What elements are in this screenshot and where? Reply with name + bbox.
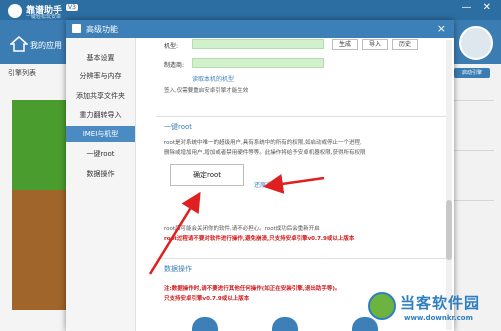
- root-warning: root过程请不要对软件进行操作,避免崩溃,只支持安卓引擎v0.7.9或以上版本: [164, 236, 355, 242]
- model-input[interactable]: [192, 39, 324, 49]
- dialog-icon: [72, 24, 81, 33]
- site-logo-icon: [368, 292, 396, 320]
- engine-tile-wood[interactable]: [12, 190, 68, 310]
- data-warning-line2: 只支持安卓引擎v0.7.9或以上版本: [164, 296, 250, 302]
- restore-icon[interactable]: [272, 317, 298, 331]
- close-icon[interactable]: ×: [437, 22, 446, 35]
- data-warning-line1: 注:数据操作时,请不要进行其他任何操作(如正在安装引擎,退出助手等)。: [164, 286, 341, 292]
- backup-icon[interactable]: [192, 317, 218, 331]
- divider: [156, 116, 446, 117]
- engine-tile-green[interactable]: [12, 100, 68, 190]
- generate-button[interactable]: 生成: [332, 39, 358, 50]
- nav-item-root[interactable]: 一键root: [66, 146, 135, 162]
- history-button[interactable]: 历史: [392, 39, 418, 50]
- divider: [452, 100, 494, 101]
- nav-item-imei[interactable]: IMEI与机型: [66, 126, 135, 142]
- dialog-title: 高级功能: [86, 25, 118, 34]
- root-section-heading: 一键root: [164, 123, 193, 131]
- watermark-title: 当客软件园: [400, 294, 481, 312]
- app-logo-icon: [8, 4, 22, 18]
- avatar[interactable]: [459, 26, 493, 60]
- nav-item-resolution[interactable]: 分辨率与内存: [66, 68, 135, 84]
- data-section-heading: 数据操作: [164, 265, 192, 273]
- manufacturer-input[interactable]: [192, 58, 324, 68]
- app-version-badge: V3: [66, 4, 78, 11]
- restart-note: 签入,仅需要重启安卓引擎才能生效: [164, 88, 249, 94]
- root-desc-line2: 删除或增加用户,增加或者禁用硬件等等。此操作将给予安卓机器权限,获得所有权限: [164, 150, 366, 156]
- nav-item-basic[interactable]: 基本设置: [66, 50, 135, 66]
- model-label: 机型:: [164, 43, 179, 50]
- confirm-root-button[interactable]: 确定root: [170, 164, 244, 186]
- nav-item-gravity[interactable]: 重力翻转导入: [66, 107, 135, 123]
- read-model-link[interactable]: 读取本机的机型: [192, 74, 234, 83]
- settings-content: 机型: 生成 导入 历史 制造商: 读取本机的机型 签入,仅需要重启安卓引擎才能…: [136, 38, 454, 331]
- app-slogan: 一键轻松玩安卓: [26, 14, 62, 20]
- divider: [156, 258, 446, 259]
- start-engine-button[interactable]: 启动引擎: [454, 68, 490, 78]
- engine-list-label: 引擎列表: [8, 69, 36, 77]
- import-button[interactable]: 导入: [362, 39, 388, 50]
- manufacturer-label: 制造商:: [164, 62, 185, 69]
- divider: [452, 200, 494, 201]
- nav-item-shared-folder[interactable]: 添加共享文件夹: [66, 88, 135, 104]
- clear-icon[interactable]: [352, 317, 378, 331]
- watermark-url: www.downkr.com: [404, 314, 473, 322]
- root-note-line1: root后可能会关闭你的软件,请不必担心。root成功后会重新开启: [164, 226, 320, 232]
- restore-file-link[interactable]: 还原文件: [254, 180, 278, 189]
- settings-nav: 基本设置 分辨率与内存 添加共享文件夹 重力翻转导入 IMEI与机型 一键roo…: [66, 38, 136, 331]
- advanced-settings-dialog: 高级功能 × 基本设置 分辨率与内存 添加共享文件夹 重力翻转导入 IMEI与机…: [66, 20, 454, 331]
- nav-item-data[interactable]: 数据操作: [66, 166, 135, 182]
- scrollbar-thumb[interactable]: [446, 200, 452, 260]
- window-controls[interactable]: — ✕: [461, 2, 495, 13]
- dialog-titlebar: 高级功能 ×: [66, 20, 454, 38]
- root-desc-line1: root是对系统中唯一的超级用户,具有系统中的所有的权限,如启动或停止一个进程,: [164, 140, 362, 146]
- divider: [452, 150, 494, 151]
- my-apps-tab[interactable]: 我的应用: [30, 40, 62, 51]
- home-icon[interactable]: [10, 36, 28, 52]
- scrollbar[interactable]: [446, 40, 452, 330]
